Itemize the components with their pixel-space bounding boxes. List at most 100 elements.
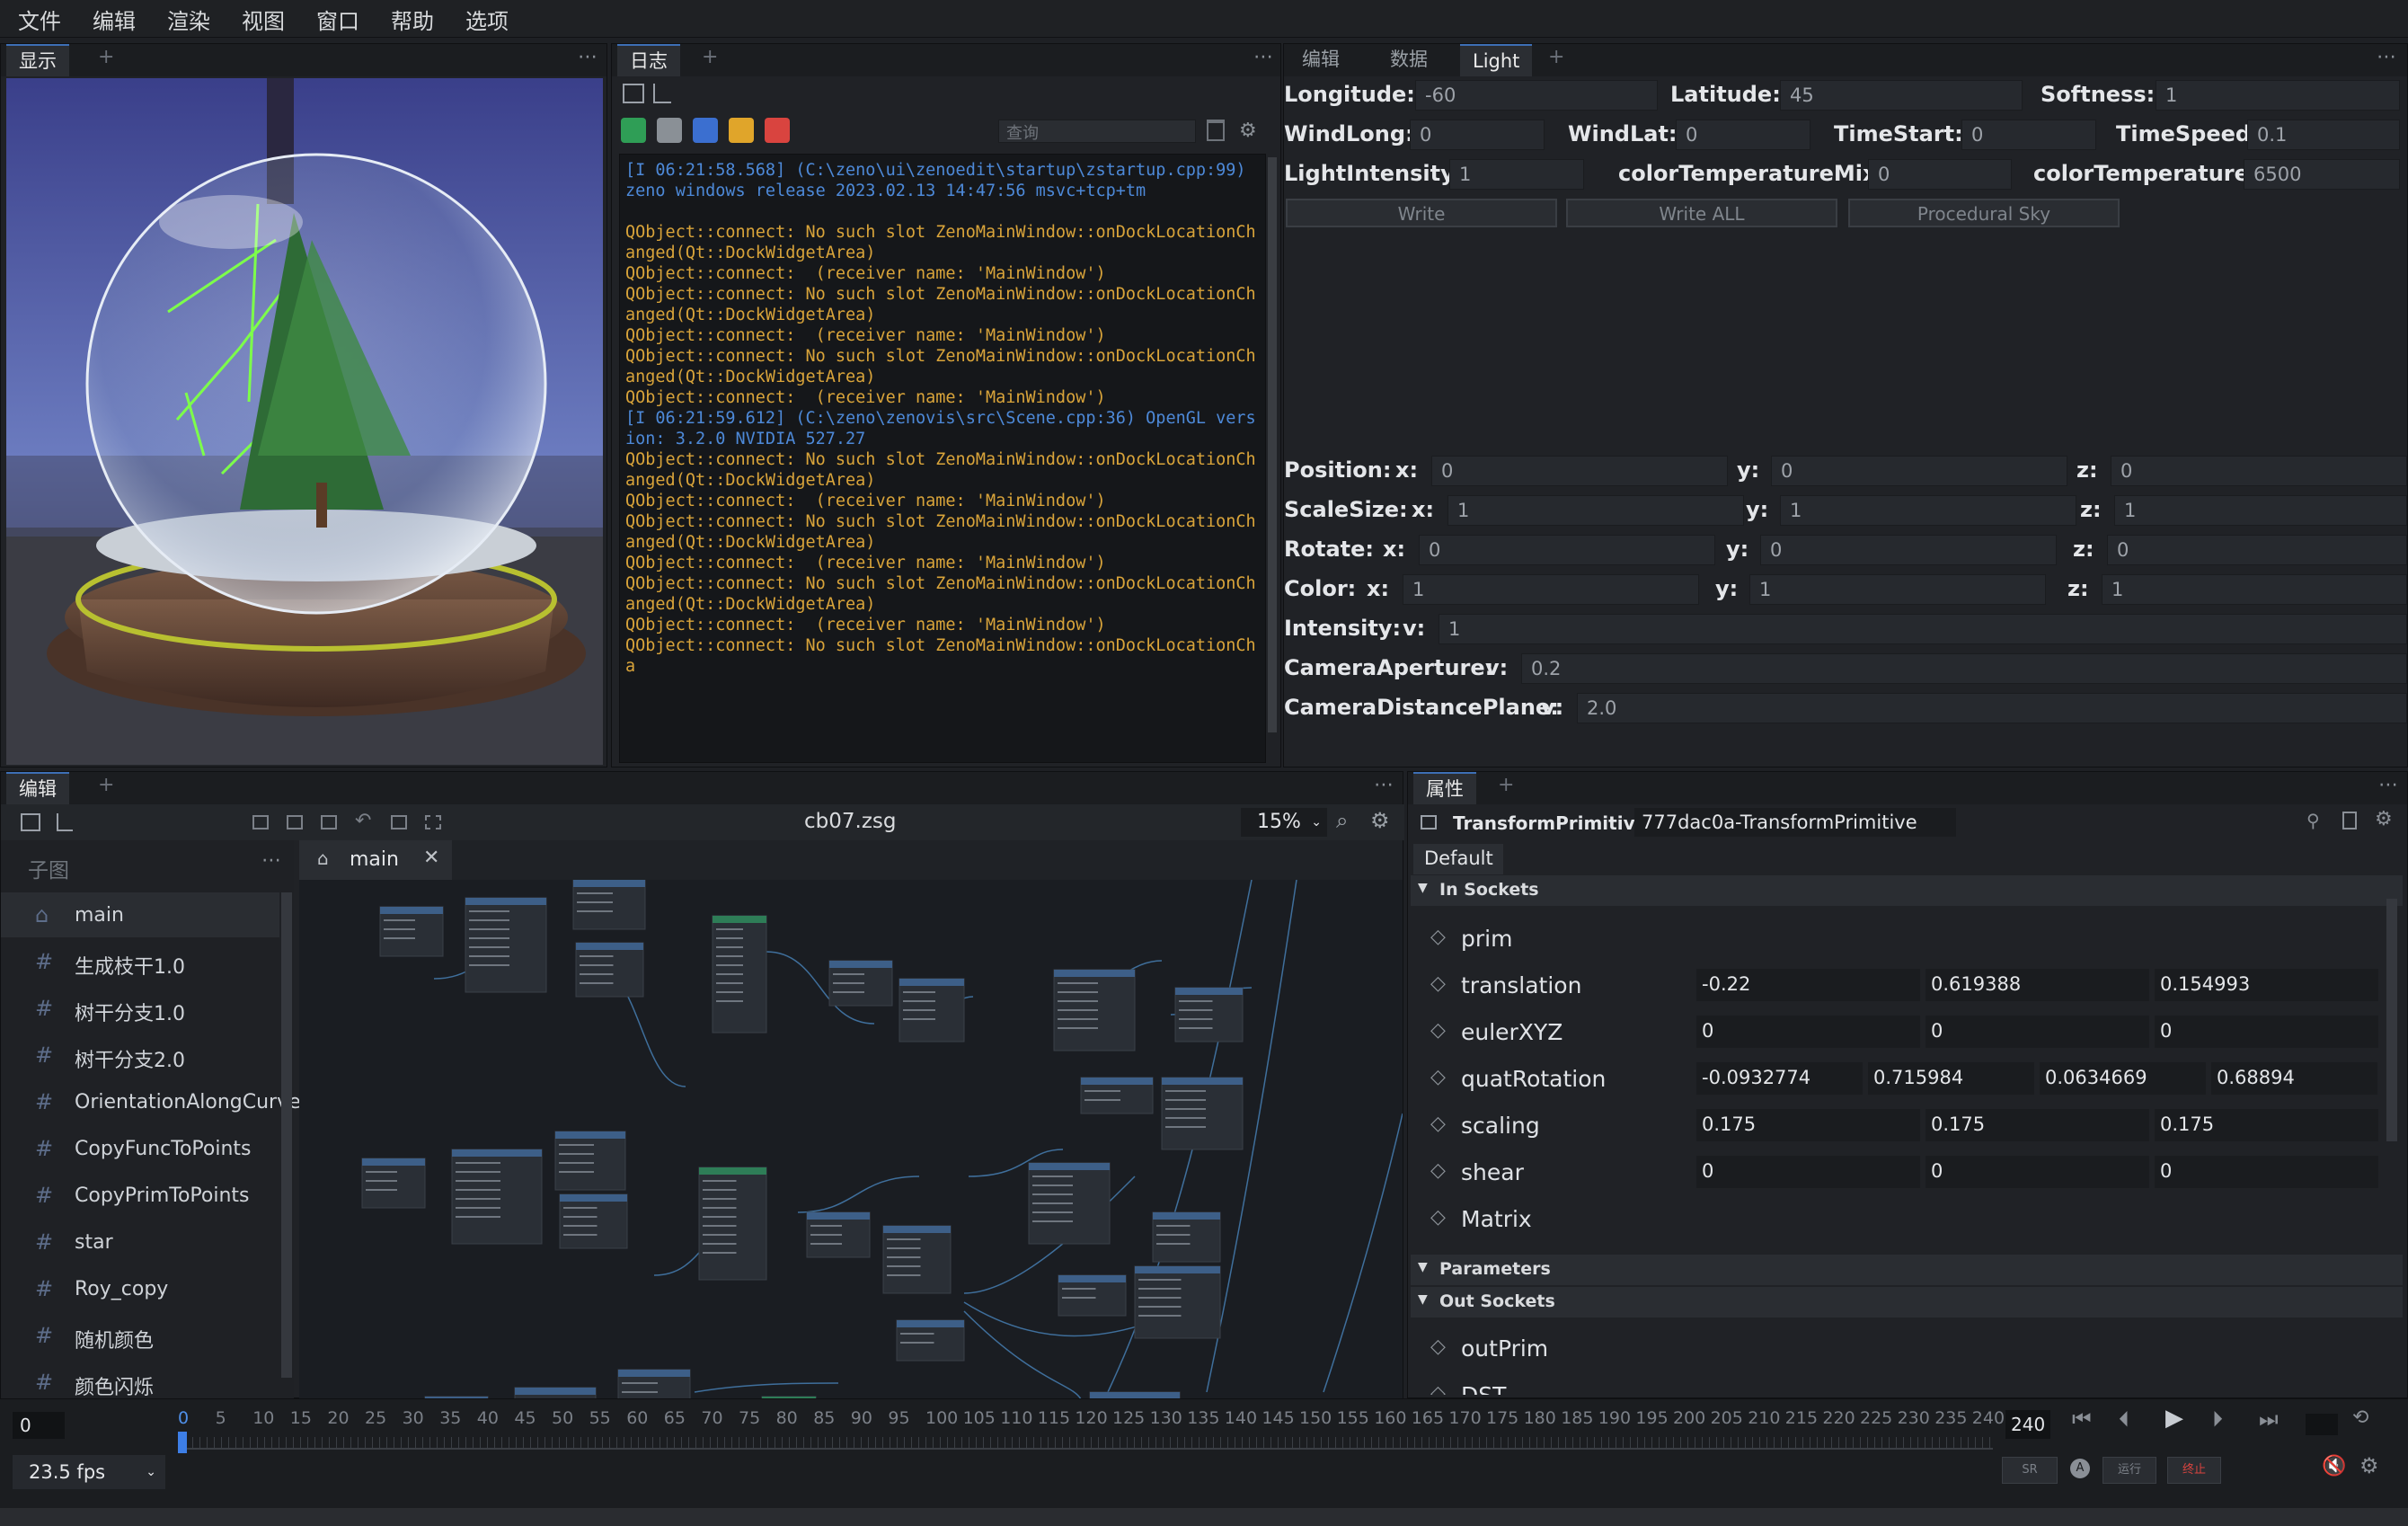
graph-node[interactable] (1161, 1077, 1244, 1150)
auto-icon[interactable]: A (2070, 1459, 2090, 1478)
gear-icon[interactable]: ⚙ (1239, 120, 1257, 142)
mute-icon[interactable]: 🔇 (2322, 1455, 2346, 1477)
more-icon[interactable]: ⋯ (578, 46, 598, 68)
graph-canvas[interactable] (299, 880, 1403, 1399)
graph-node[interactable] (712, 915, 767, 1034)
more-icon[interactable]: ⋯ (1253, 46, 1273, 68)
procedural-sky-button[interactable]: Procedural Sky (1848, 199, 2120, 227)
tab-display[interactable]: 显示 (6, 44, 69, 76)
filter-warning-icon[interactable] (729, 118, 754, 143)
intensity-field[interactable]: 1 (1439, 614, 2407, 644)
graph-node[interactable] (1080, 1077, 1154, 1114)
menu-view[interactable]: 视图 (242, 4, 285, 35)
new-icon[interactable] (252, 815, 269, 830)
softness-field[interactable]: 1 (2156, 80, 2400, 111)
sr-button[interactable]: SR (2002, 1457, 2058, 1484)
add-tab-icon[interactable]: + (98, 774, 114, 796)
graph-node[interactable] (1028, 1162, 1111, 1245)
camera-distance-plane-field[interactable]: 2.0 (1577, 693, 2407, 723)
socket-translation[interactable]: ◇ translation -0.22 0.619388 0.154993 (1411, 967, 2399, 1007)
graph-node[interactable] (896, 1319, 965, 1362)
layout-icon[interactable] (623, 84, 644, 103)
playhead[interactable] (178, 1432, 187, 1453)
tab-main[interactable]: ⌂ main ✕ (299, 840, 452, 880)
subgraph-item-main[interactable]: ⌂ main (1, 892, 279, 937)
skip-end-icon[interactable]: ⏭ (2259, 1406, 2279, 1432)
scalesize-y-field[interactable]: 1 (1780, 495, 2076, 526)
log-scrollbar[interactable] (1268, 157, 1277, 732)
graph-node[interactable] (617, 1369, 691, 1399)
socket-shear[interactable]: ◇ shear 0 0 0 (1411, 1154, 2399, 1193)
light-intensity-field[interactable]: 1 (1449, 159, 1584, 190)
latitude-field[interactable]: 45 (1780, 80, 2023, 111)
copy-icon[interactable] (2342, 812, 2357, 830)
tab-edit[interactable]: 编辑 (1289, 44, 1352, 76)
subgraph-item[interactable]: # star (1, 1220, 279, 1264)
add-tab-icon[interactable]: + (98, 46, 114, 68)
run-button[interactable]: 运行 (2103, 1457, 2156, 1484)
open-icon[interactable] (287, 815, 303, 830)
socket-value-field[interactable]: 0.175 (1926, 1109, 2149, 1141)
graph-node[interactable] (1152, 1211, 1221, 1263)
skip-start-icon[interactable]: ⏮ (2072, 1406, 2092, 1432)
rotate-x-field[interactable]: 0 (1419, 535, 1715, 565)
trash-icon[interactable] (1207, 120, 1225, 141)
graph-node[interactable] (1134, 1265, 1221, 1339)
graph-node[interactable] (379, 906, 444, 957)
graph-node[interactable] (882, 1225, 952, 1294)
tab-properties[interactable]: 属性 (1413, 772, 1476, 804)
timeline-slider[interactable] (178, 1437, 1993, 1450)
socket-value-field[interactable]: 0.619388 (1926, 969, 2149, 1001)
pin-icon[interactable]: ⚲ (2306, 810, 2320, 831)
filter-error-icon[interactable] (765, 118, 790, 143)
socket-outprim[interactable]: ◇ outPrim (1411, 1330, 2399, 1370)
graph-node[interactable] (806, 1211, 871, 1258)
graph-node[interactable] (554, 1131, 626, 1191)
graph-node[interactable] (575, 942, 644, 998)
menu-help[interactable]: 帮助 (391, 4, 434, 35)
end-frame-input[interactable]: 240 (2005, 1410, 2050, 1439)
camera-aperture-field[interactable]: 0.2 (1521, 653, 2407, 684)
screenshot-icon[interactable] (391, 815, 407, 830)
color-temp-mix-field[interactable]: 0 (1868, 159, 2012, 190)
socket-value-field[interactable]: 0 (1696, 1156, 1920, 1188)
graph-node[interactable] (361, 1158, 426, 1209)
tab-log[interactable]: 日志 (617, 44, 680, 76)
undo-icon[interactable]: ↶ (355, 810, 371, 832)
out-sockets-header[interactable]: ▼ Out Sockets (1411, 1287, 2403, 1318)
position-y-field[interactable]: 0 (1771, 456, 2067, 486)
add-tab-icon[interactable]: + (1548, 46, 1564, 68)
socket-value-field[interactable]: 0 (1696, 1016, 1920, 1048)
add-tab-icon[interactable]: + (1498, 774, 1514, 796)
step-back-icon[interactable]: ⏴ (2119, 1406, 2129, 1432)
node-graph[interactable]: ⌂ main ✕ (299, 840, 1403, 1399)
socket-matrix[interactable]: ◇ Matrix (1411, 1201, 2399, 1240)
socket-dst[interactable]: ◇DST (1411, 1377, 2399, 1395)
subgraph-item[interactable]: # 树干分支1.0 (1, 986, 279, 1031)
subgraph-item[interactable]: # OrientationAlongCurve (1, 1079, 301, 1124)
play-icon[interactable]: ▶ (2165, 1405, 2183, 1432)
socket-value-field[interactable]: 0.175 (2155, 1109, 2378, 1141)
menu-render[interactable]: 渲染 (167, 4, 210, 35)
graph-node[interactable] (451, 1149, 543, 1245)
color-temp-field[interactable]: 6500 (2244, 159, 2400, 190)
socket-value-field[interactable]: 0 (2155, 1016, 2378, 1048)
log-list[interactable]: [I 06:21:58.568] (C:\zeno\ui\zenoedit\st… (619, 154, 1266, 763)
fps-select[interactable]: 23.5 fps ⌄ (13, 1455, 165, 1489)
graph-node[interactable] (465, 897, 547, 993)
socket-value-field[interactable]: -0.22 (1696, 969, 1920, 1001)
layout-icon[interactable] (21, 813, 40, 831)
timespeed-field[interactable]: 0.1 (2247, 120, 2400, 150)
add-tab-icon[interactable]: + (702, 46, 718, 68)
subgraph-item[interactable]: # 随机颜色 (1, 1313, 279, 1358)
graph-node[interactable] (1174, 987, 1244, 1042)
rotate-z-field[interactable]: 0 (2107, 535, 2407, 565)
filter-info-icon[interactable] (693, 118, 718, 143)
loop-box[interactable] (2306, 1414, 2338, 1435)
close-icon[interactable]: ✕ (423, 847, 439, 869)
gear-icon[interactable]: ⚙ (1370, 808, 1390, 833)
graph-node[interactable] (698, 1167, 767, 1281)
save-icon[interactable] (321, 815, 337, 830)
socket-eulerxyz[interactable]: ◇ eulerXYZ 0 0 0 (1411, 1014, 2399, 1053)
subgraph-item[interactable]: # CopyPrimToPoints (1, 1173, 279, 1218)
